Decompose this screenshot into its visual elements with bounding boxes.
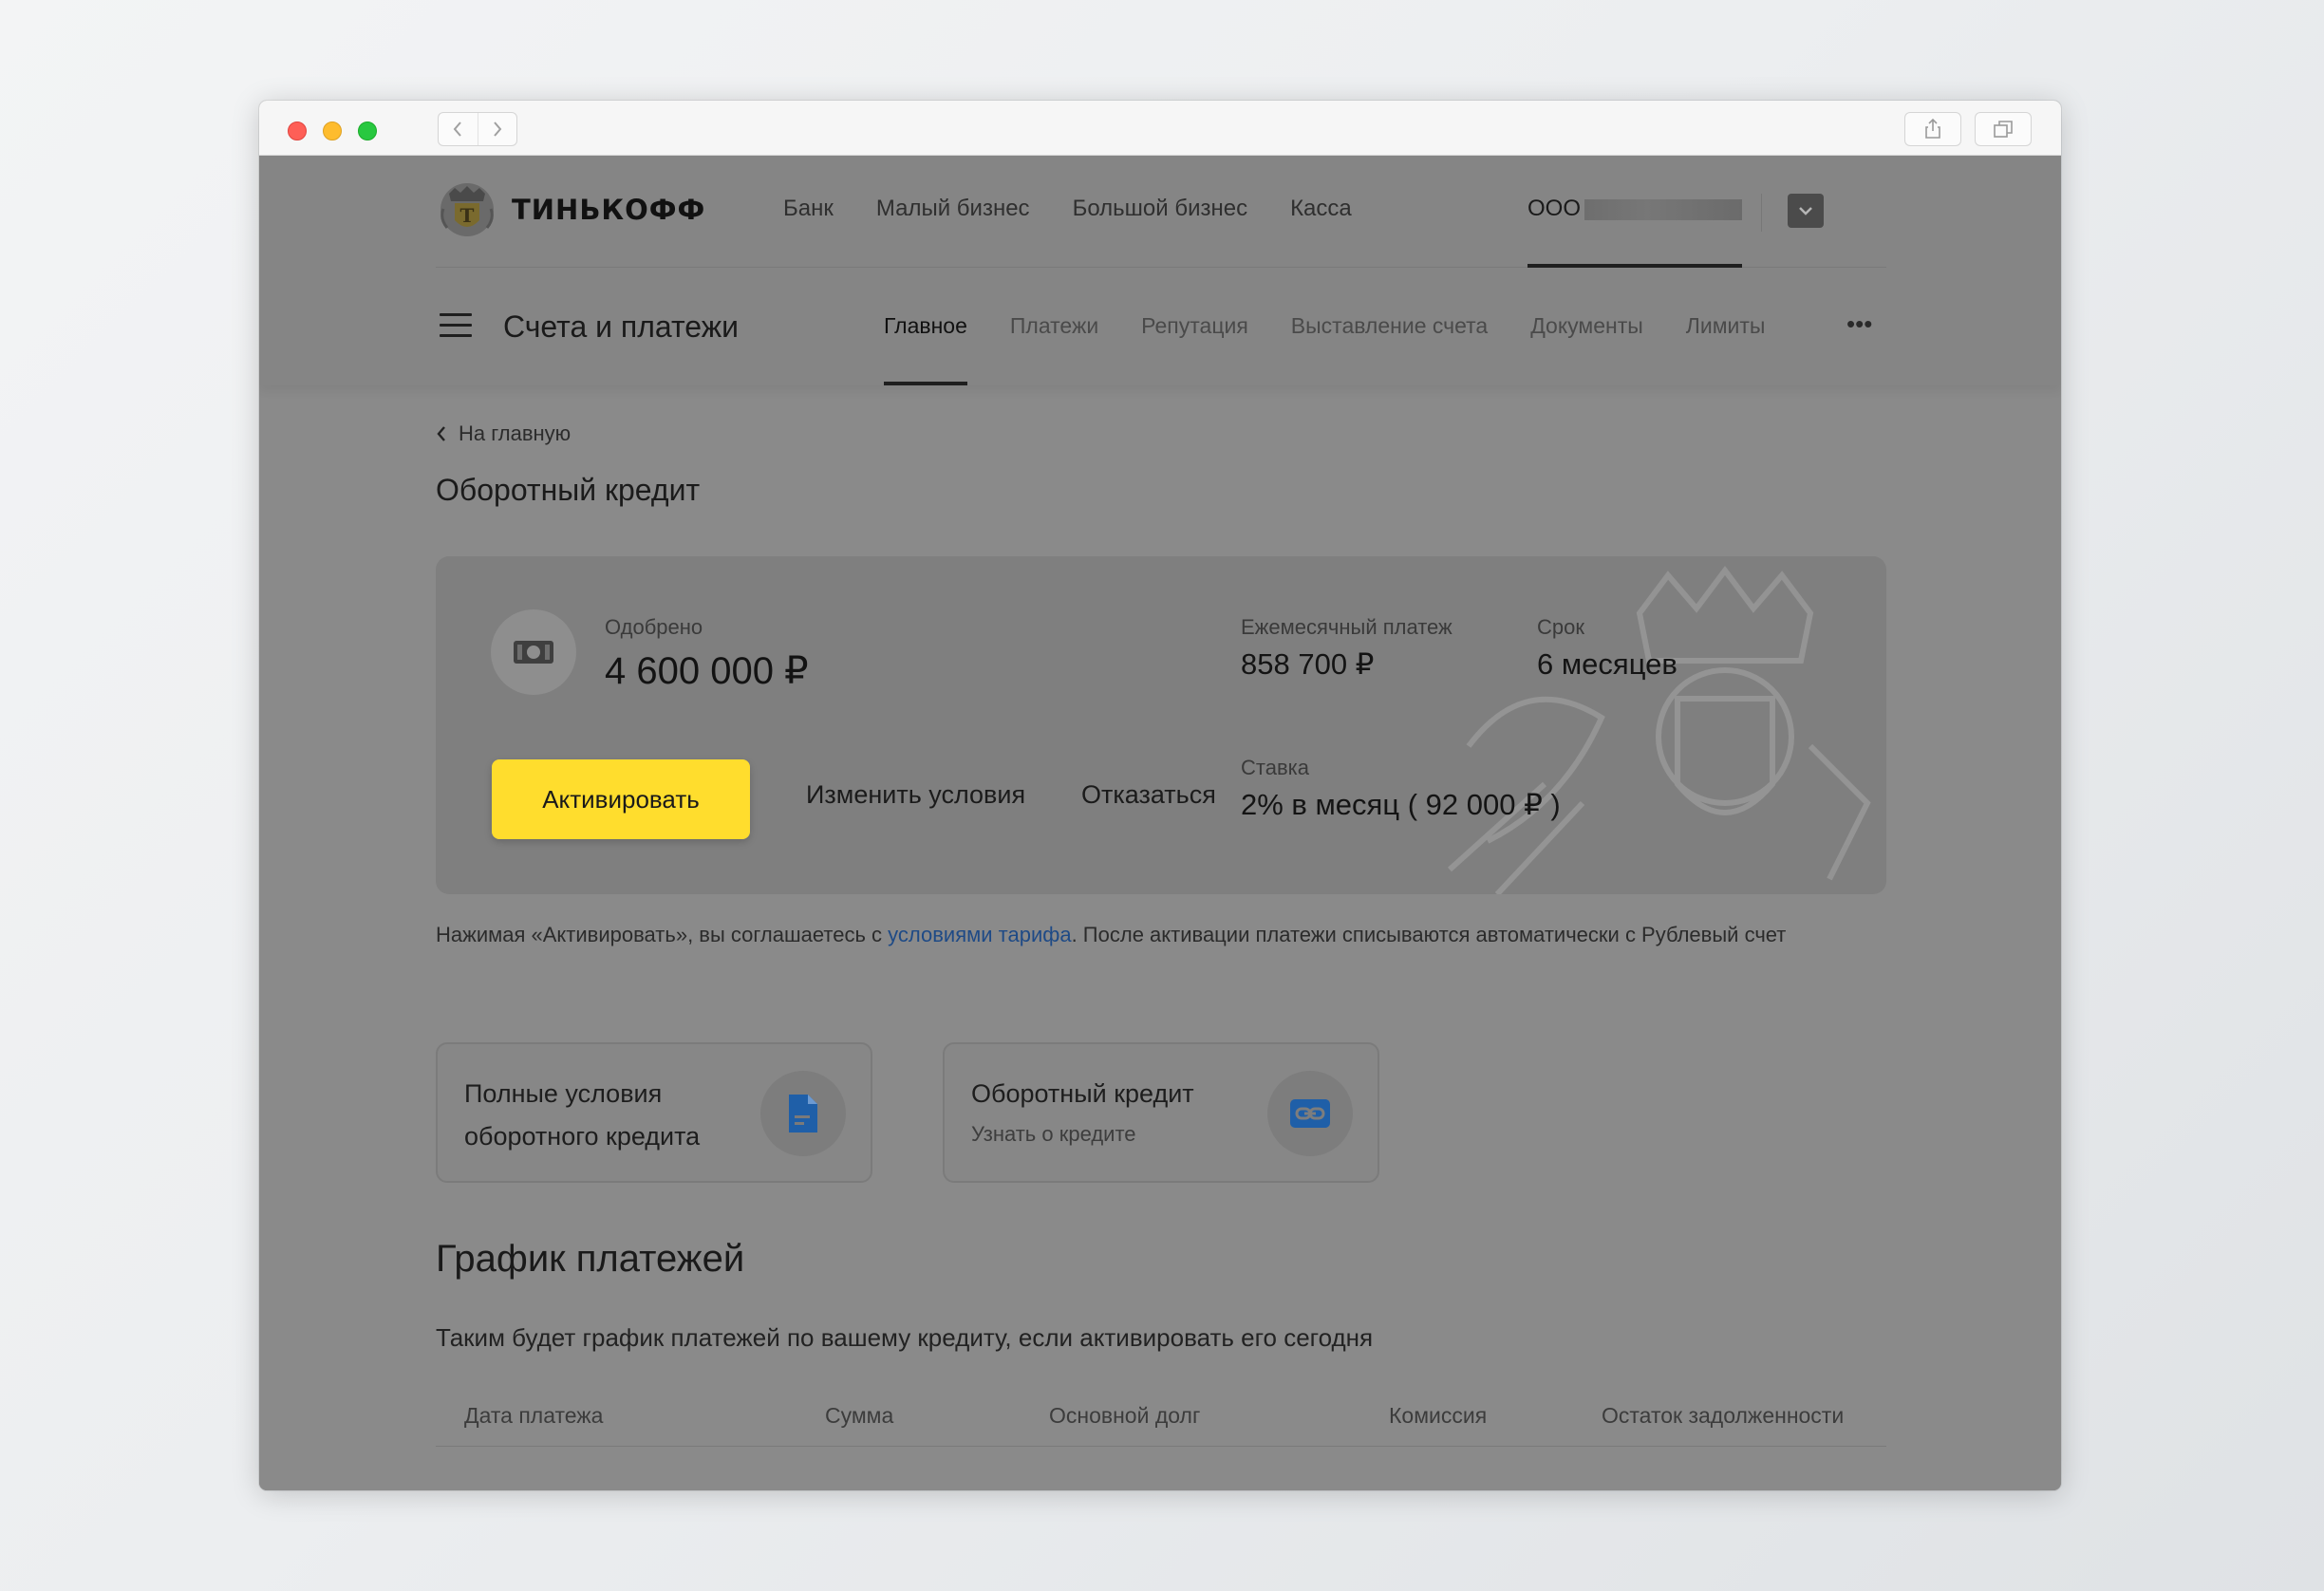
organization-name: ООО [1527, 196, 1582, 221]
browser-window: Т ТИНЬКОФФ Банк Малый бизнес Большой биз… [259, 101, 2061, 1490]
schedule-table-header: Дата платежа Сумма Основной долг Комисси… [436, 1386, 1886, 1447]
back-link-label: На главную [459, 421, 572, 445]
tabs-icon [1994, 121, 2013, 138]
schedule-title: График платежей [436, 1238, 745, 1280]
account-menu-button[interactable] [1788, 194, 1824, 228]
banknote-icon [491, 609, 576, 695]
credit-info-title: Оборотный кредит [971, 1079, 1194, 1108]
history-buttons [438, 112, 517, 146]
tab-invoicing[interactable]: Выставление счета [1291, 313, 1488, 385]
credit-info-subtitle: Узнать о кредите [971, 1122, 1136, 1146]
browser-titlebar [259, 101, 2061, 156]
column-remaining-debt: Остаток задолженности [1602, 1403, 1845, 1428]
monthly-payment-value: 858 700 ₽ [1241, 647, 1375, 681]
tab-documents[interactable]: Документы [1530, 313, 1643, 385]
tab-payments[interactable]: Платежи [1010, 313, 1098, 385]
column-date: Дата платежа [464, 1403, 604, 1428]
tariff-terms-link[interactable]: условиями тарифа [888, 923, 1071, 946]
nav-link-bank[interactable]: Банк [783, 196, 834, 222]
top-navigation: Т ТИНЬКОФФ Банк Малый бизнес Большой биз… [436, 156, 1886, 268]
nav-link-kassa[interactable]: Касса [1290, 196, 1352, 222]
chevron-left-icon [437, 426, 445, 441]
section-navigation: Счета и платежи Главное Платежи Репутаци… [436, 268, 1886, 385]
back-link[interactable]: На главную [436, 421, 571, 446]
close-window-button[interactable] [288, 122, 307, 140]
schedule-description: Таким будет график платежей по вашему кр… [436, 1323, 1374, 1352]
full-terms-title-line2: оборотного кредита [464, 1122, 701, 1151]
credit-info-tile[interactable]: Оборотный кредит Узнать о кредите [943, 1042, 1379, 1183]
top-nav-links: Банк Малый бизнес Большой бизнес Касса [783, 196, 1395, 222]
full-terms-tile[interactable]: Полные условия оборотного кредита [436, 1042, 872, 1183]
full-terms-title: Полные условия оборотного кредита [464, 1073, 700, 1158]
agreement-text: Нажимая «Активировать», вы соглашаетесь … [436, 917, 1886, 952]
full-terms-title-line1: Полные условия [464, 1079, 663, 1108]
brand-logo[interactable]: Т ТИНЬКОФФ [436, 180, 705, 239]
organization-selector[interactable]: ООО [1527, 192, 1742, 268]
credit-offer-card: Одобрено 4 600 000 ₽ Ежемесячный платеж … [436, 556, 1886, 894]
organization-name-redacted [1584, 199, 1742, 220]
section-tabs: Главное Платежи Репутация Выставление сч… [884, 313, 1808, 385]
change-terms-button[interactable]: Изменить условия [806, 780, 1025, 810]
chevron-left-icon [453, 122, 462, 137]
column-principal: Основной долг [1049, 1403, 1201, 1428]
term-label: Срок [1537, 615, 1584, 639]
svg-text:Т: Т [460, 204, 475, 227]
header-divider [1761, 194, 1762, 232]
section-title: Счета и платежи [503, 309, 740, 344]
column-commission: Комиссия [1389, 1403, 1488, 1428]
tab-main[interactable]: Главное [884, 313, 967, 385]
share-icon [1925, 119, 1940, 139]
activate-button[interactable]: Активировать [492, 759, 750, 839]
crest-watermark-icon [1447, 566, 1871, 894]
tabs-overview-button[interactable] [1975, 112, 2032, 146]
rate-value: 2% в месяц ( 92 000 ₽ ) [1241, 788, 1561, 821]
tab-limits[interactable]: Лимиты [1686, 313, 1766, 385]
monthly-payment-label: Ежемесячный платеж [1241, 615, 1452, 639]
site-header: Т ТИНЬКОФФ Банк Малый бизнес Большой биз… [259, 156, 2061, 385]
link-icon [1267, 1071, 1353, 1156]
back-nav-button[interactable] [439, 113, 478, 145]
chevron-right-icon [493, 122, 502, 137]
rate-label: Ставка [1241, 756, 1309, 779]
tab-reputation[interactable]: Репутация [1141, 313, 1248, 385]
approved-label: Одобрено [605, 615, 703, 639]
forward-nav-button[interactable] [477, 113, 517, 145]
decline-button[interactable]: Отказаться [1081, 780, 1216, 810]
page-title: Оборотный кредит [436, 473, 701, 507]
term-value: 6 месяцев [1537, 647, 1677, 681]
chevron-down-icon [1799, 207, 1812, 215]
document-icon [760, 1071, 846, 1156]
agreement-text-before: Нажимая «Активировать», вы соглашаетесь … [436, 923, 889, 946]
nav-link-big-business[interactable]: Большой бизнес [1073, 196, 1248, 222]
tinkoff-crest-icon: Т [440, 183, 494, 236]
agreement-text-after: . После активации платежи списываются ав… [1071, 923, 1787, 946]
menu-icon[interactable] [440, 313, 472, 338]
tabs-more-button[interactable]: ••• [1846, 309, 1872, 339]
brand-name: ТИНЬКОФФ [512, 194, 706, 226]
nav-link-small-business[interactable]: Малый бизнес [876, 196, 1030, 222]
page-content: Т ТИНЬКОФФ Банк Малый бизнес Большой биз… [259, 156, 2061, 1490]
approved-amount: 4 600 000 ₽ [605, 650, 809, 692]
share-button[interactable] [1904, 112, 1961, 146]
maximize-window-button[interactable] [358, 122, 377, 140]
minimize-window-button[interactable] [323, 122, 342, 140]
column-amount: Сумма [825, 1403, 894, 1428]
